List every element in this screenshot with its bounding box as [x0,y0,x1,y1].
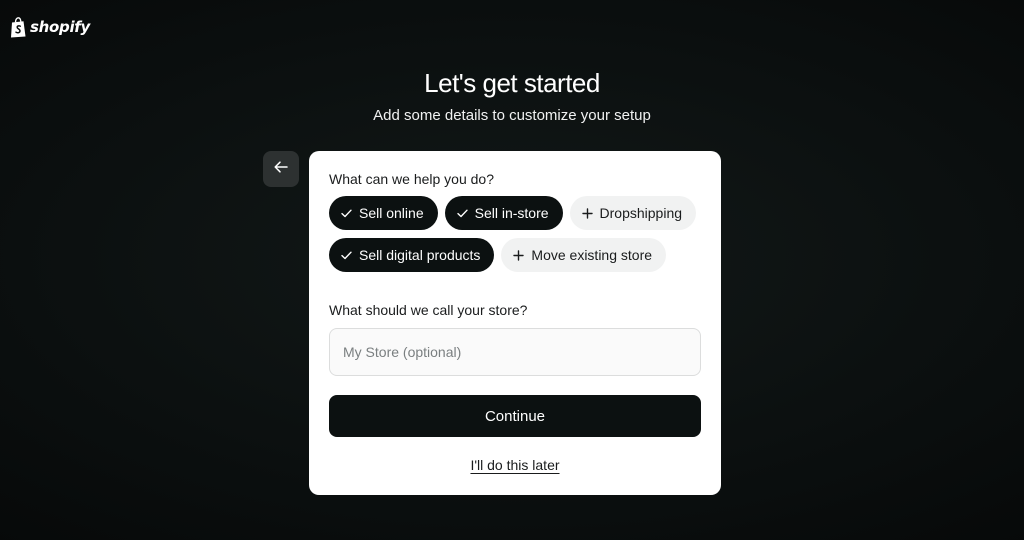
help-question-label: What can we help you do? [329,171,494,187]
page-title: Let's get started [424,68,600,98]
logo-text: shopify [30,18,90,36]
page-subtitle: Add some details to customize your setup [373,107,651,124]
option-label: Move existing store [531,247,653,263]
check-icon [341,251,352,260]
do-this-later-link[interactable]: I'll do this later [309,457,721,473]
continue-button[interactable]: Continue [329,395,701,437]
back-button[interactable] [263,151,299,187]
store-name-question-label: What should we call your store? [329,302,528,318]
option-label: Dropshipping [599,205,683,221]
option-sell-digital-products[interactable]: Sell digital products [329,238,495,272]
option-label: Sell in-store [474,205,549,221]
option-move-existing-store[interactable]: Move existing store [501,238,667,272]
shopify-logo[interactable]: shopify [10,16,90,38]
option-label: Sell online [359,205,424,221]
store-name-input[interactable] [329,328,701,376]
plus-icon [513,249,525,261]
options-row-1: Sell online Sell in-store Dropshipping [329,196,697,230]
plus-icon [581,207,593,219]
shopify-bag-icon [10,16,27,38]
option-dropshipping[interactable]: Dropshipping [569,196,697,230]
check-icon [341,209,352,218]
option-sell-online[interactable]: Sell online [329,196,438,230]
options-row-2: Sell digital products Move existing stor… [329,238,667,272]
option-sell-in-store[interactable]: Sell in-store [444,196,563,230]
option-label: Sell digital products [359,247,481,263]
arrow-left-icon [274,160,288,178]
check-icon [456,209,468,218]
setup-card: What can we help you do? Sell online Sel… [309,151,721,495]
